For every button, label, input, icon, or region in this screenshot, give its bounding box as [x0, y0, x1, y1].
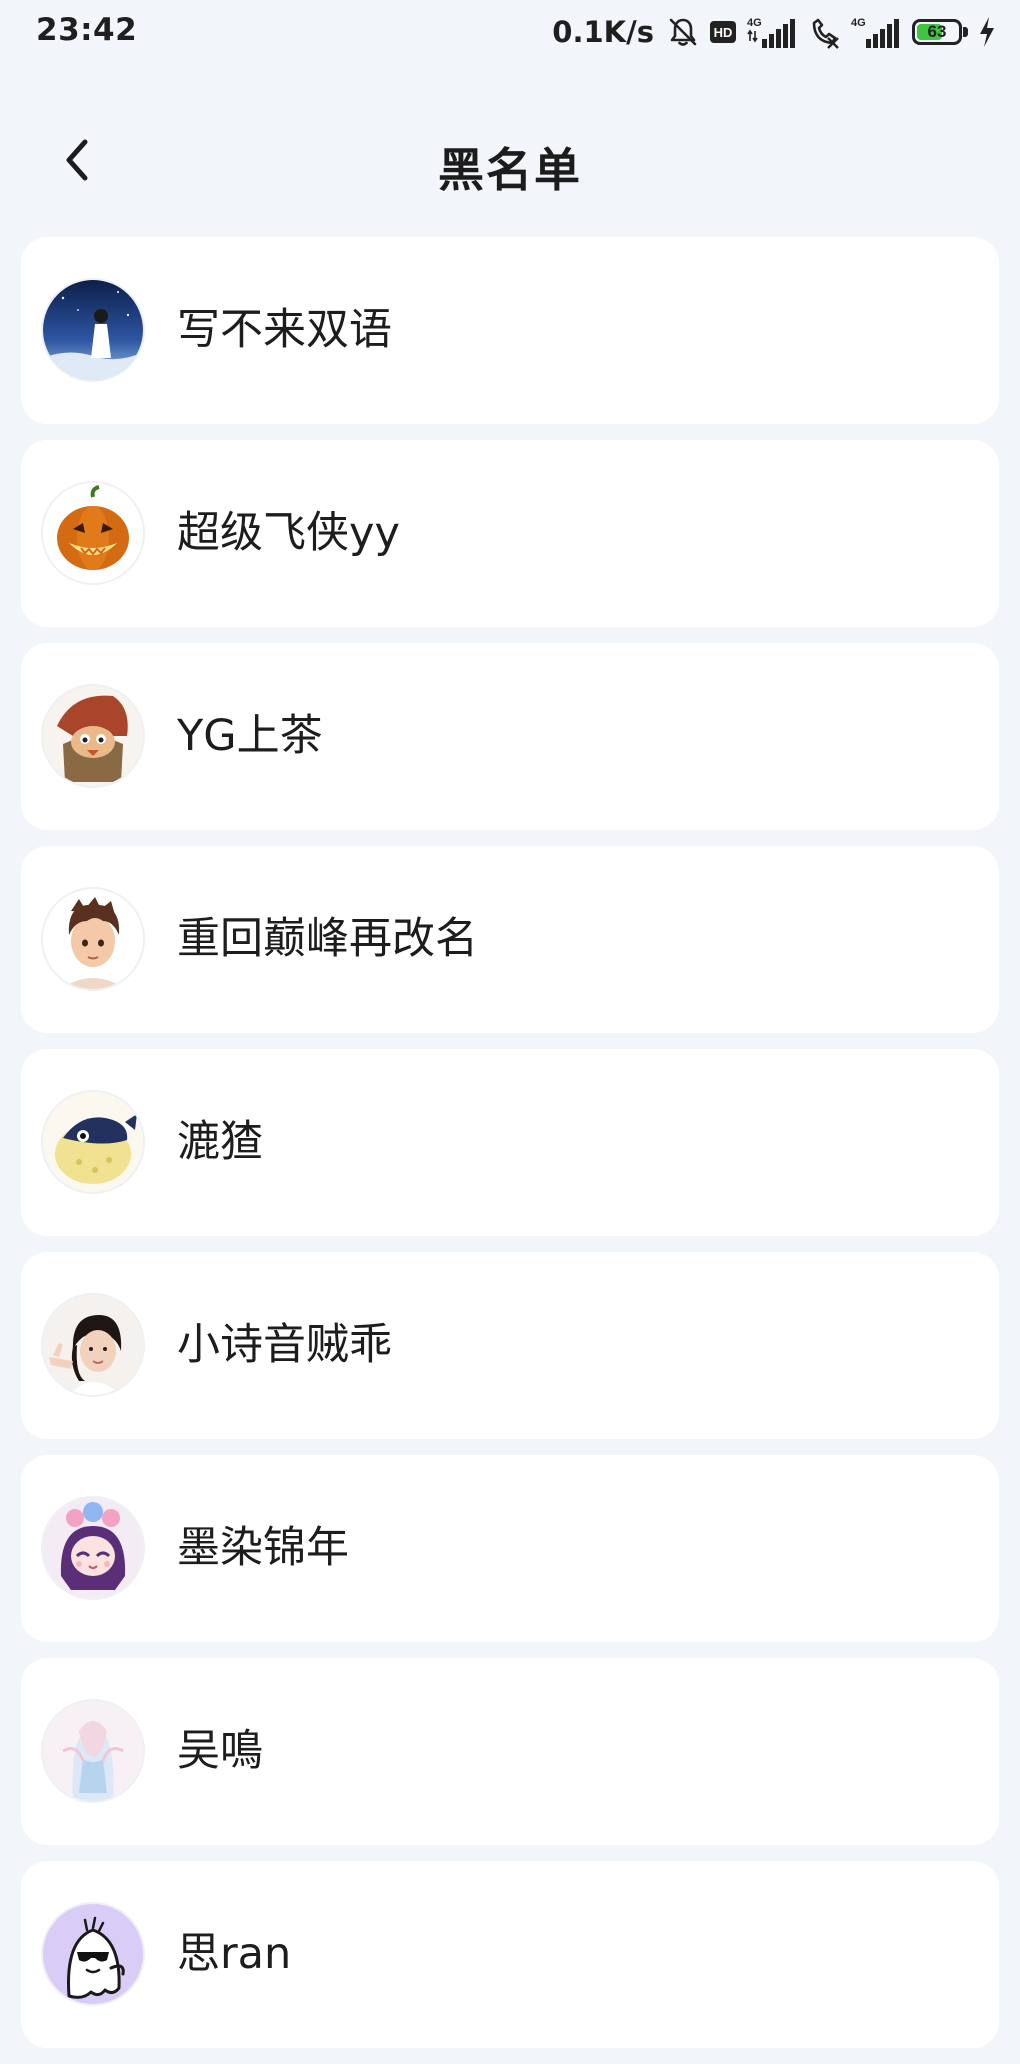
network-speed: 0.1K/s	[552, 15, 654, 49]
user-name: 小诗音贼乖	[177, 1320, 392, 1370]
network-label: 4G	[851, 17, 866, 29]
avatar	[43, 686, 143, 786]
user-name: 写不来双语	[177, 305, 392, 355]
battery-level: 63	[927, 22, 947, 41]
user-name: 漉猹	[177, 1117, 263, 1167]
avatar	[43, 483, 143, 583]
page-title: 黑名单	[438, 143, 582, 197]
battery-icon: 63	[912, 19, 968, 45]
avatar	[43, 1701, 143, 1801]
user-name: 墨染锦年	[177, 1523, 349, 1573]
avatar	[43, 1092, 143, 1192]
header: 黑名单	[0, 110, 1020, 230]
user-name: 吴鳴	[177, 1726, 263, 1776]
blacklist: 写不来双语 超级飞侠yy YG上茶 重回巅峰再改名 漉猹 小诗音贼乖 墨染锦年 …	[21, 237, 999, 2064]
list-item[interactable]: 墨染锦年	[21, 1455, 999, 1642]
avatar	[43, 1498, 143, 1598]
status-icons: 0.1K/s HD 4G 4G 63	[552, 12, 996, 52]
call-blocked-icon	[808, 15, 840, 49]
list-item[interactable]: 思ran	[21, 1861, 999, 2048]
avatar	[43, 889, 143, 989]
charging-icon	[978, 16, 996, 48]
status-time: 23:42	[36, 12, 138, 48]
list-item[interactable]: 超级飞侠yy	[21, 440, 999, 627]
list-item[interactable]: YG上茶	[21, 643, 999, 830]
avatar	[43, 1904, 143, 2004]
user-name: 思ran	[177, 1929, 292, 1979]
mute-bell-icon	[666, 15, 700, 49]
avatar	[43, 280, 143, 380]
list-item[interactable]: 重回巅峰再改名	[21, 846, 999, 1033]
signal-4g-icon: 4G	[850, 15, 902, 49]
hd-icon: HD	[710, 21, 736, 43]
user-name: 重回巅峰再改名	[177, 914, 478, 964]
user-name: 超级飞侠yy	[177, 508, 400, 558]
avatar	[43, 1295, 143, 1395]
list-item[interactable]: 吴鳴	[21, 1658, 999, 1845]
list-item[interactable]: 小诗音贼乖	[21, 1252, 999, 1439]
status-bar: 23:42 0.1K/s HD 4G 4G 63	[0, 0, 1020, 64]
network-label: 4G	[747, 17, 762, 29]
list-item[interactable]: 写不来双语	[21, 237, 999, 424]
list-item[interactable]: 漉猹	[21, 1049, 999, 1236]
user-name: YG上茶	[177, 711, 323, 761]
signal-4g-icon: 4G	[746, 15, 798, 49]
